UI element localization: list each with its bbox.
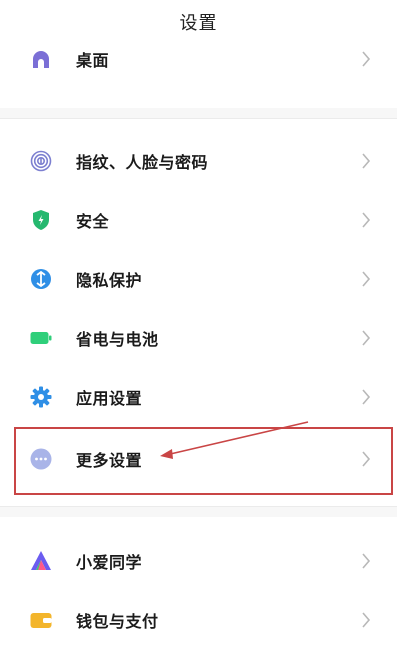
settings-item-label: 桌面 [76,50,110,70]
wallet-icon [30,609,52,631]
settings-item-label: 隐私保护 [76,270,143,290]
chevron-right-icon [361,388,371,406]
settings-item-label: 小爱同学 [76,552,143,572]
settings-item-fingerprint-face-password[interactable]: 指纹、人脸与密码 [0,131,397,190]
settings-item-security[interactable]: 安全 [0,190,397,249]
chevron-right-icon [361,552,371,570]
settings-item-wallet[interactable]: 钱包与支付 [0,590,397,649]
home-icon [30,48,52,70]
shield-icon [30,209,52,231]
settings-item-xiaoai[interactable]: 小爱同学 [0,531,397,590]
section-divider [0,507,397,517]
settings-item-more-settings[interactable]: 更多设置 [0,428,397,490]
fingerprint-icon [30,150,52,172]
more-icon [30,448,52,470]
settings-item-privacy[interactable]: 隐私保护 [0,249,397,308]
chevron-right-icon [361,611,371,629]
chevron-right-icon [361,152,371,170]
chevron-right-icon [361,450,371,468]
chevron-right-icon [361,50,371,68]
settings-item-label: 更多设置 [76,451,143,470]
section-divider-line [0,118,397,119]
chevron-right-icon [361,270,371,288]
xiaoai-icon [30,550,52,572]
settings-item-label: 钱包与支付 [76,611,159,631]
privacy-icon [30,268,52,290]
section-divider [0,108,397,118]
settings-item-app-settings[interactable]: 应用设置 [0,367,397,426]
settings-item-label: 安全 [76,211,110,231]
chevron-right-icon [361,329,371,347]
settings-item-label: 应用设置 [76,388,143,408]
settings-item-label: 省电与电池 [76,329,159,349]
settings-item-desktop[interactable]: 桌面 [0,29,397,88]
gear-icon [30,386,52,408]
settings-item-battery[interactable]: 省电与电池 [0,308,397,367]
chevron-right-icon [361,211,371,229]
battery-icon [30,327,52,349]
settings-item-label: 指纹、人脸与密码 [76,152,209,172]
